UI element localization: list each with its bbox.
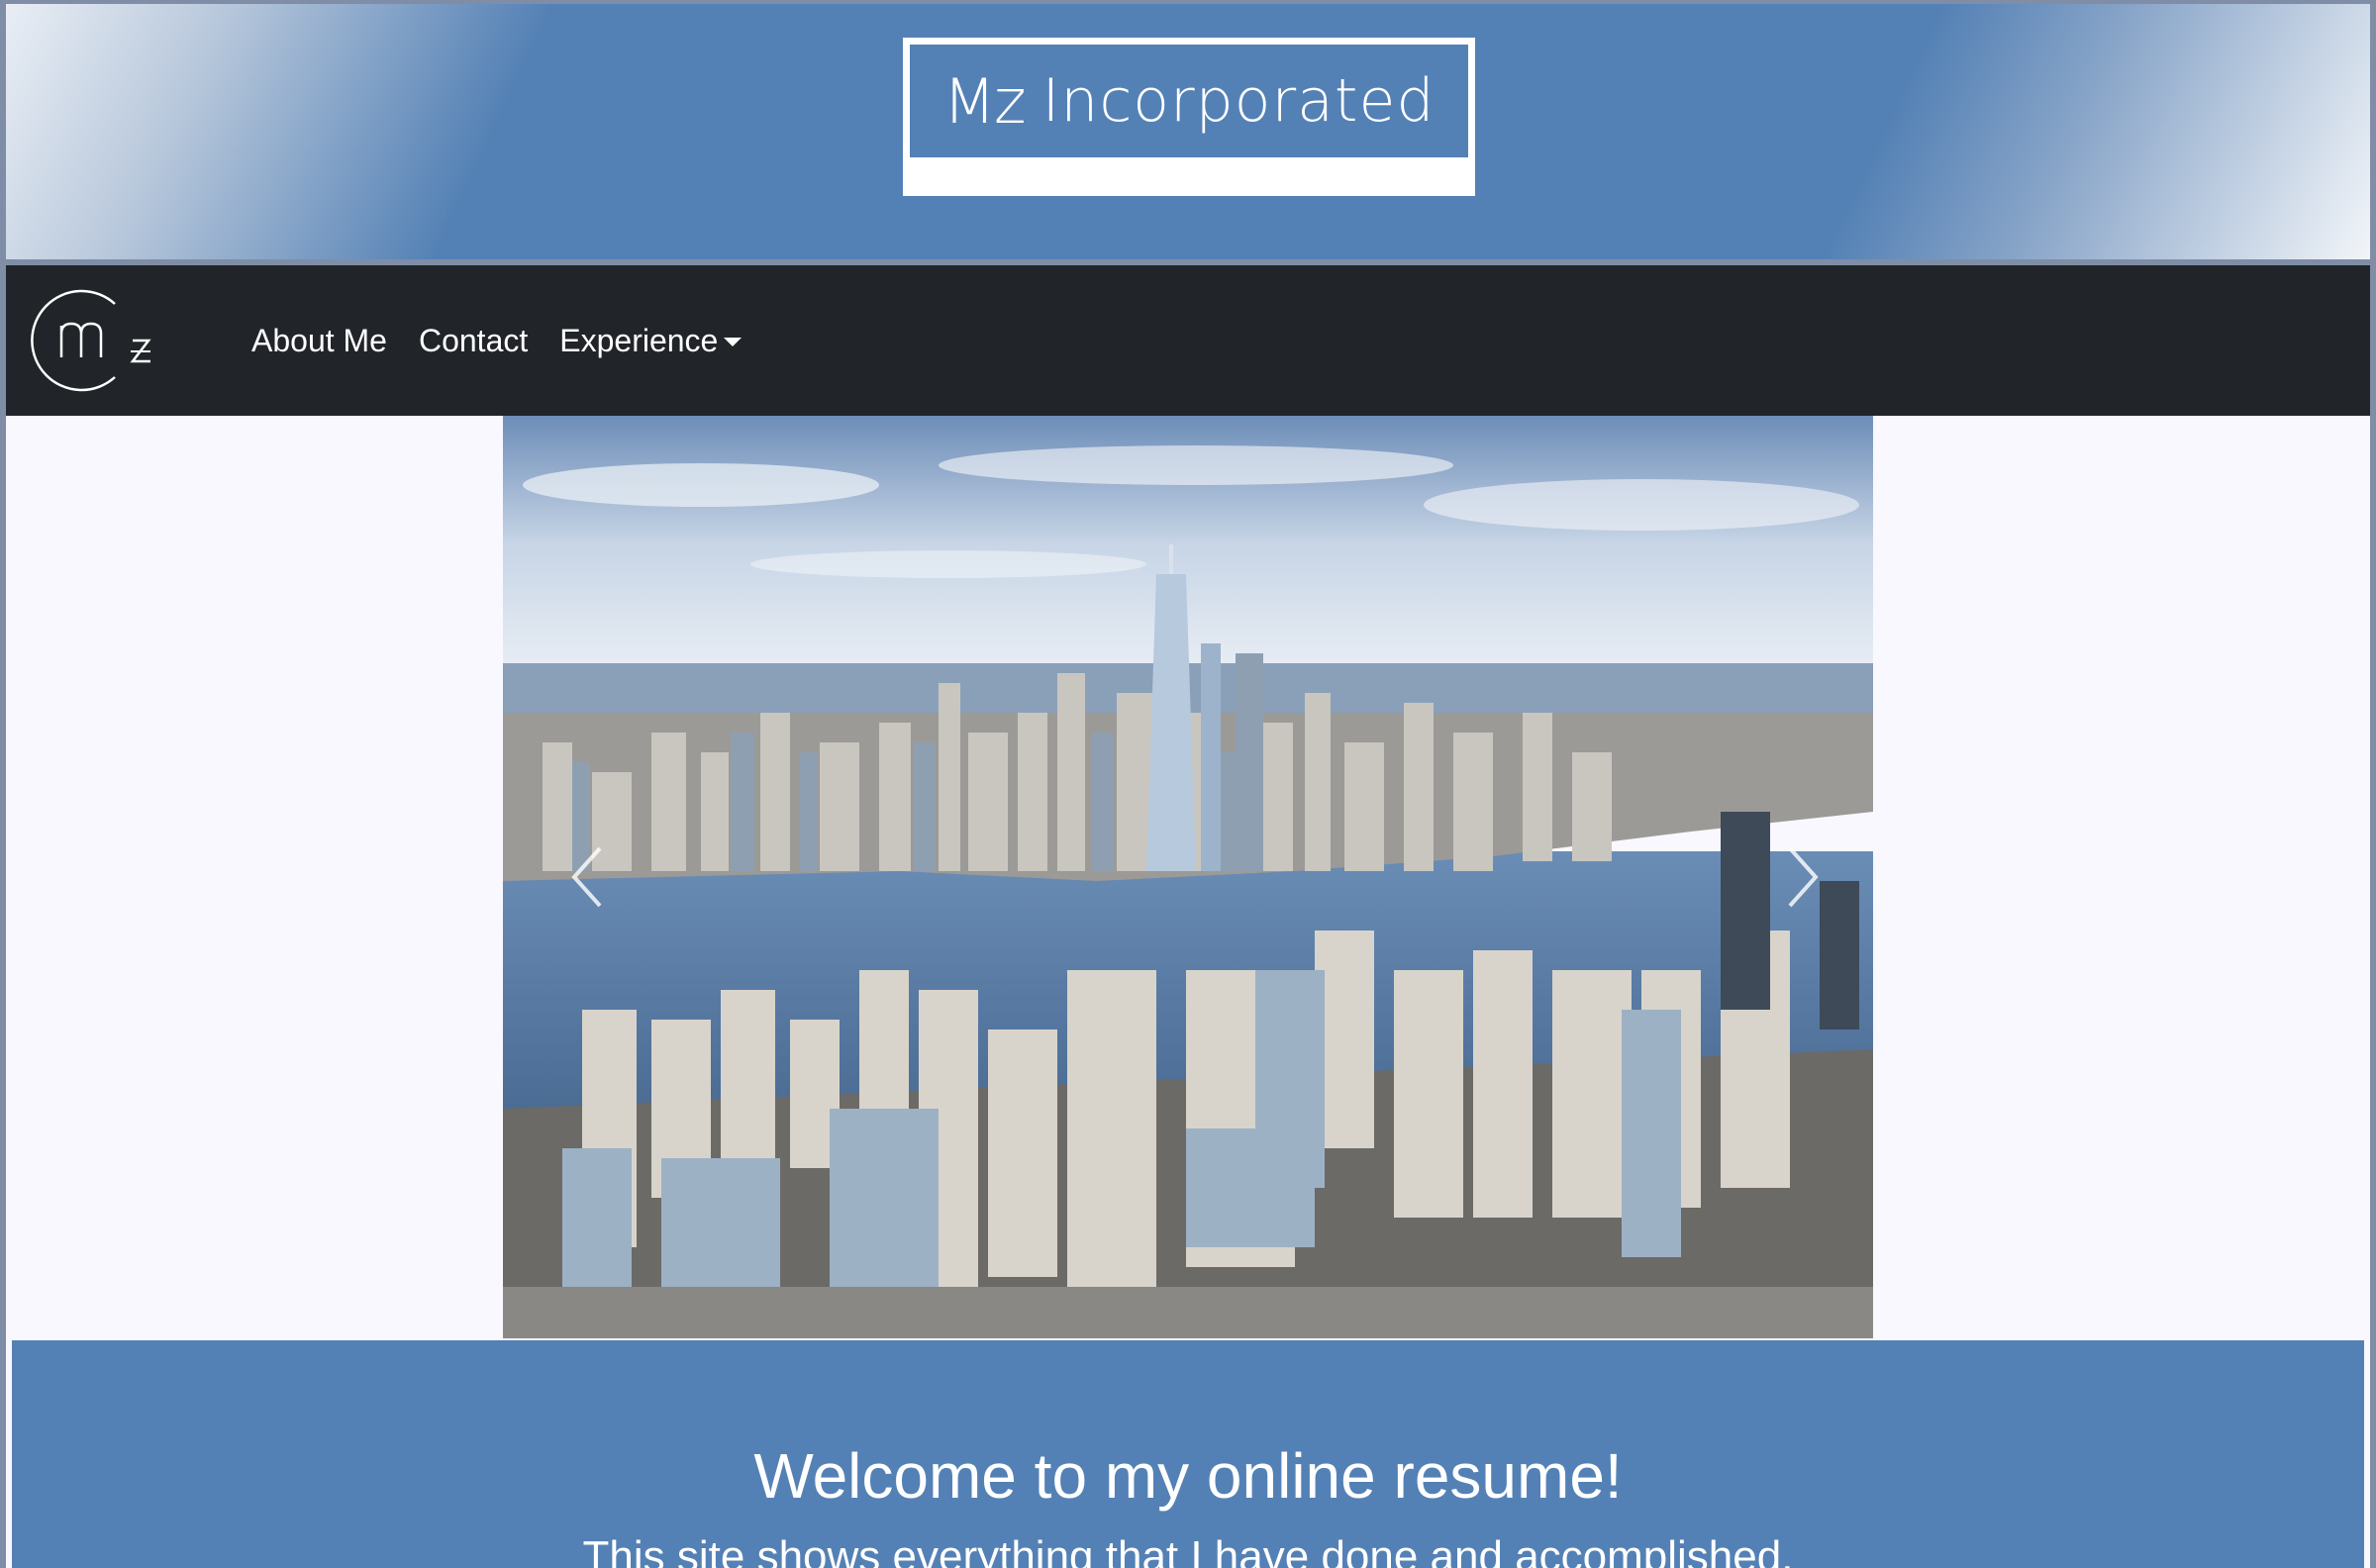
hero-carousel (503, 416, 1873, 1338)
nav-experience-label: Experience (559, 322, 719, 358)
nav-contact-label: Contact (418, 322, 529, 358)
nav-links: About Me Contact Experience (236, 323, 757, 359)
logo-inner: Mz Incorporated (910, 45, 1468, 157)
mz-circle-logo-icon (31, 289, 151, 392)
welcome-subtitle: This site shows everything that I have d… (582, 1532, 1794, 1568)
welcome-title: Welcome to my online resume! (753, 1440, 1623, 1512)
caret-down-icon (724, 337, 742, 346)
main-navbar: About Me Contact Experience (6, 265, 2370, 416)
welcome-section: Welcome to my online resume! This site s… (12, 1340, 2364, 1568)
nav-experience-dropdown[interactable]: Experience (544, 323, 757, 359)
carousel-prev-button[interactable] (529, 416, 647, 1338)
logo-mark: Mz (942, 64, 1027, 138)
company-name: Incorporated (1041, 66, 1436, 136)
city-skyline-photo (503, 416, 1873, 1338)
carousel-next-button[interactable] (1742, 416, 1861, 1338)
nav-about-me[interactable]: About Me (236, 323, 403, 359)
nav-contact[interactable]: Contact (403, 323, 544, 359)
chevron-right-icon (1788, 846, 1819, 908)
chevron-left-icon (571, 846, 602, 908)
navbar-brand[interactable] (28, 286, 166, 395)
page: Mz Incorporated About Me Contact Experie… (6, 4, 2370, 1568)
header-banner: Mz Incorporated (6, 4, 2370, 259)
nav-about-me-label: About Me (251, 322, 387, 358)
site-logo[interactable]: Mz Incorporated (903, 38, 1475, 196)
